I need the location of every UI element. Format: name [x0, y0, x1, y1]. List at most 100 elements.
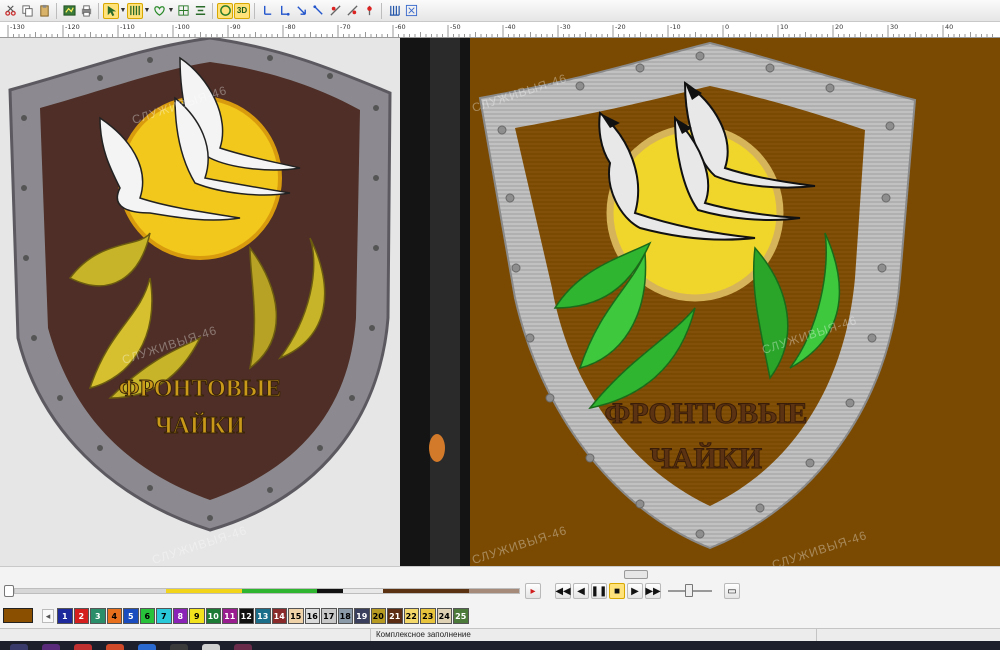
status-text: Комплексное заполнение [376, 630, 471, 639]
taskbar-app-icon[interactable] [138, 644, 156, 650]
palette-swatch[interactable]: 10 [205, 608, 221, 624]
palette-swatch[interactable]: 14 [271, 608, 287, 624]
needle-icon[interactable] [344, 3, 360, 19]
needle-icon[interactable] [327, 3, 343, 19]
ruler-icon[interactable] [403, 3, 419, 19]
palette-swatch[interactable]: 15 [288, 608, 304, 624]
print-icon[interactable] [78, 3, 94, 19]
3d-icon[interactable]: 3D [234, 2, 250, 19]
color-track-segment[interactable] [382, 589, 469, 593]
column-icon[interactable] [386, 3, 402, 19]
ruler-label: 10 [780, 23, 788, 31]
design-workspace[interactable]: ФРОНТОВЫЕ ЧАЙКИ СЛУЖИВЫЯ-46 СЛУЖИВЫЯ-46 … [0, 38, 1000, 566]
current-color-swatch[interactable] [3, 608, 33, 623]
heart-icon[interactable] [151, 3, 167, 19]
reference-photo: ФРОНТОВЫЕ ЧАЙКИ СЛУЖИВЫЯ-46 СЛУЖИВЫЯ-46 … [0, 38, 470, 566]
chevron-down-icon[interactable]: ▼ [168, 3, 175, 19]
ruler-label: -40 [505, 23, 516, 31]
arrow-icon[interactable] [293, 3, 309, 19]
paste-icon[interactable] [36, 3, 52, 19]
arrow-icon[interactable] [276, 3, 292, 19]
ruler-label: -90 [230, 23, 241, 31]
palette-swatch[interactable]: 8 [172, 608, 188, 624]
arrow-icon[interactable] [310, 3, 326, 19]
color-track-segment[interactable] [166, 589, 242, 593]
embroidery-preview[interactable]: ФРОНТОВЫЕ ЧАЙКИ СЛУЖИВЫЯ-46 СЛУЖИВЫЯ-46 … [470, 38, 1000, 566]
view-3d-label: 3D [236, 6, 248, 15]
taskbar-app-icon[interactable] [202, 644, 220, 650]
palette-swatch[interactable]: 6 [139, 608, 155, 624]
color-track-segment[interactable] [468, 589, 519, 593]
cut-icon[interactable] [2, 3, 18, 19]
palette-swatch[interactable]: 12 [238, 608, 254, 624]
palette-swatch[interactable]: 22 [403, 608, 419, 624]
palette-swatch[interactable]: 18 [337, 608, 353, 624]
rewind-icon[interactable]: ◀◀ [555, 583, 571, 599]
horizontal-scroll-thumb[interactable] [624, 570, 648, 579]
fill-icon[interactable] [127, 2, 143, 19]
chevron-down-icon[interactable]: ▼ [120, 3, 127, 19]
palette-swatch[interactable]: 11 [222, 608, 238, 624]
ruler-label: -30 [560, 23, 571, 31]
step-back-icon[interactable]: ◀ [573, 583, 589, 599]
record-icon[interactable]: ▸ [525, 583, 541, 599]
palette-swatch[interactable]: 23 [420, 608, 436, 624]
thread-palette: ◂ 1 2 3 4 5 6 7 8 9 10 11 12 13 14 15 16 17 18 19 20 21 22 23 2… [0, 604, 1000, 628]
palette-swatch[interactable]: 24 [436, 608, 452, 624]
toolbar-separator [56, 2, 57, 19]
ruler-label: -60 [395, 23, 406, 31]
color-track-segment[interactable] [317, 589, 343, 593]
palette-swatch[interactable]: 16 [304, 608, 320, 624]
toolbar-separator [98, 2, 99, 19]
chevron-down-icon[interactable]: ▼ [144, 3, 151, 19]
palette-swatch[interactable]: 2 [73, 608, 89, 624]
palette-swatch[interactable]: 17 [321, 608, 337, 624]
palette-swatch[interactable]: 19 [354, 608, 370, 624]
toolbar-separator [212, 2, 213, 19]
toolbar-separator [254, 2, 255, 19]
palette-left-arrow-icon[interactable]: ◂ [42, 609, 54, 623]
embroidery-editor-window: ▼ ▼ ▼ 3D -130 -120 -110 -100 -90 -80 -70 -60 -50… [0, 0, 1000, 650]
folder-icon[interactable]: ▭ [724, 583, 740, 599]
palette-swatch[interactable]: 21 [387, 608, 403, 624]
stop-icon[interactable]: ■ [609, 583, 625, 599]
taskbar-app-icon[interactable] [106, 644, 124, 650]
palette-swatch[interactable]: 7 [156, 608, 172, 624]
color-track-segment[interactable] [342, 589, 383, 593]
taskbar-app-icon[interactable] [74, 644, 92, 650]
main-toolbar: ▼ ▼ ▼ 3D [0, 0, 1000, 22]
taskbar-app-icon[interactable] [42, 644, 60, 650]
toolbar-separator [381, 2, 382, 19]
palette-swatch[interactable]: 25 [453, 608, 469, 624]
palette-swatch[interactable]: 5 [123, 608, 139, 624]
palette-swatch[interactable]: 3 [90, 608, 106, 624]
arrow-icon[interactable] [259, 3, 275, 19]
embroidery-title-line1: ФРОНТОВЫЕ [604, 397, 807, 430]
palette-swatch[interactable]: 4 [106, 608, 122, 624]
copy-icon[interactable] [19, 3, 35, 19]
ruler-label: -70 [340, 23, 351, 31]
palette-swatch[interactable]: 13 [255, 608, 271, 624]
palette-swatch[interactable]: 1 [57, 608, 73, 624]
align-icon[interactable] [192, 3, 208, 19]
palette-swatch[interactable]: 9 [189, 608, 205, 624]
taskbar-app-icon[interactable] [170, 644, 188, 650]
ruler-label: 40 [945, 23, 953, 31]
color-track-segment[interactable] [241, 589, 318, 593]
ruler-label: -100 [175, 23, 190, 31]
taskbar-app-icon[interactable] [234, 644, 252, 650]
select-icon[interactable] [103, 2, 119, 19]
speed-slider-knob[interactable] [685, 584, 693, 597]
stitch-color-track[interactable] [14, 588, 520, 594]
realistic-icon[interactable] [217, 2, 233, 19]
pause-icon[interactable]: ❚❚ [591, 583, 607, 599]
taskbar-app-icon[interactable] [10, 644, 28, 650]
grid-icon[interactable] [175, 3, 191, 19]
color-track-segment[interactable] [15, 589, 167, 593]
track-start-handle[interactable] [4, 585, 14, 597]
palette-swatch[interactable]: 20 [370, 608, 386, 624]
needle-icon[interactable] [361, 3, 377, 19]
fast-forward-icon[interactable]: ▶▶ [645, 583, 661, 599]
stitch-view-icon[interactable] [61, 3, 77, 19]
play-icon[interactable]: ▶ [627, 583, 643, 599]
